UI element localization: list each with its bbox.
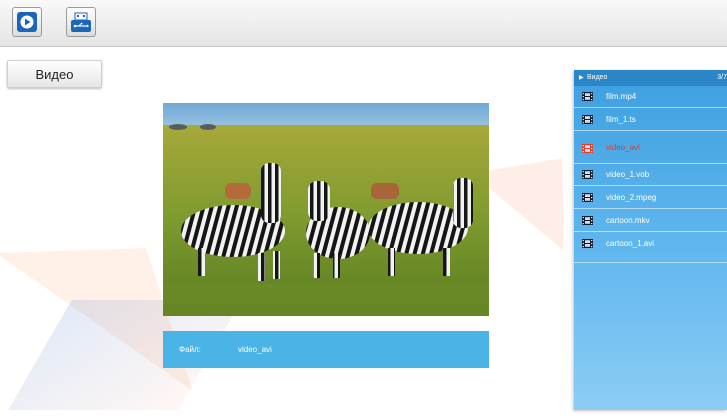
file-label: Файл: bbox=[179, 345, 201, 354]
playlist-item[interactable]: cartoon.mkv bbox=[574, 210, 727, 232]
playlist-item[interactable]: film.mp4 bbox=[574, 86, 727, 108]
usb-button[interactable] bbox=[66, 7, 96, 37]
film-icon bbox=[582, 239, 593, 248]
playlist-item[interactable]: video_1.vob bbox=[574, 164, 727, 186]
preview-image bbox=[163, 103, 489, 316]
film-icon bbox=[582, 92, 593, 101]
video-preview[interactable] bbox=[163, 103, 489, 316]
film-icon bbox=[582, 216, 593, 225]
top-toolbar bbox=[0, 0, 727, 47]
playlist-item-name: video_avi bbox=[606, 143, 640, 152]
film-icon bbox=[582, 115, 593, 124]
playlist-item[interactable]: video_avi bbox=[574, 132, 727, 164]
category-tab-label: Видео bbox=[35, 66, 74, 82]
file-info-bar: Файл: video_avi bbox=[163, 331, 489, 368]
playlist-item[interactable]: film_1.ts bbox=[574, 109, 727, 131]
playlist-item-name: video_1.vob bbox=[606, 170, 650, 179]
playlist-counter: 3/7 bbox=[717, 74, 727, 81]
playlist-item[interactable]: video_2.mpeg bbox=[574, 187, 727, 209]
file-name-value: video_avi bbox=[238, 345, 272, 354]
playlist-item-name: video_2.mpeg bbox=[606, 193, 657, 202]
play-button[interactable] bbox=[12, 7, 42, 37]
film-icon bbox=[582, 170, 593, 179]
playlist-title: Видео bbox=[587, 74, 608, 81]
triangle-right-icon: ▶ bbox=[579, 75, 584, 81]
play-icon bbox=[17, 12, 37, 32]
film-icon bbox=[582, 144, 593, 153]
playlist-header[interactable]: ▶ Видео 3/7 bbox=[574, 70, 727, 86]
playlist-item-name: cartoon_1.avi bbox=[606, 239, 655, 248]
playlist-item-name: film.mp4 bbox=[606, 92, 637, 101]
playlist-item-name: film_1.ts bbox=[606, 115, 636, 124]
category-tab-video[interactable]: Видео bbox=[7, 60, 102, 88]
playlist-item-name: cartoon.mkv bbox=[606, 216, 650, 225]
playlist-panel: ▶ Видео 3/7 film.mp4 film_1.ts video_avivi… bbox=[574, 70, 727, 410]
playlist-item[interactable]: cartoon_1.avi bbox=[574, 233, 727, 263]
film-icon bbox=[582, 193, 593, 202]
usb-icon bbox=[71, 12, 91, 32]
